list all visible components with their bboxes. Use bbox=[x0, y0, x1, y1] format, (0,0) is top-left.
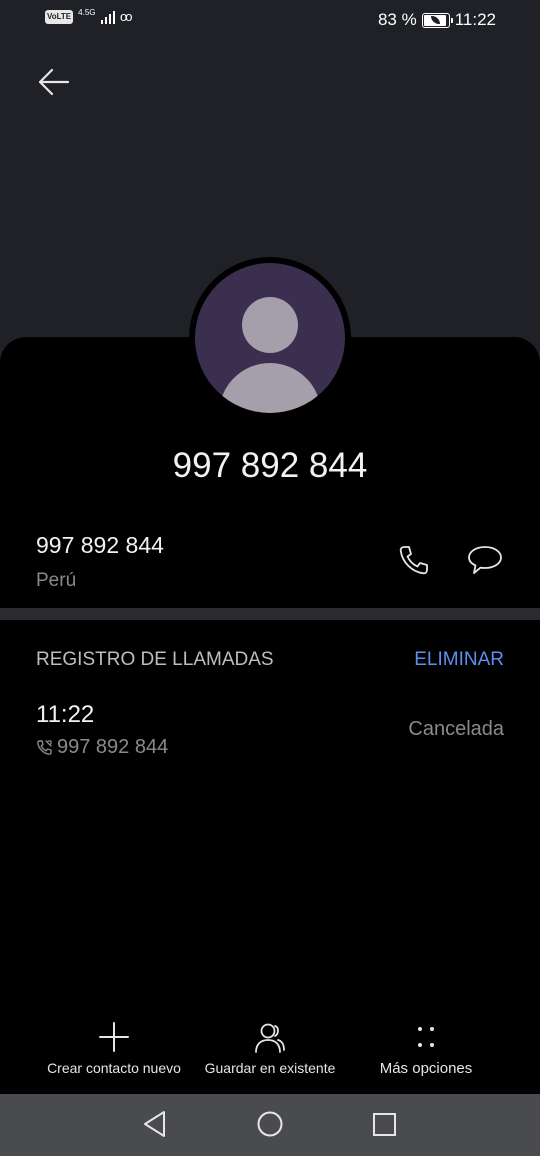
more-options-label: Más opciones bbox=[379, 1060, 473, 1077]
person-add-icon bbox=[255, 1023, 285, 1053]
signal-icon bbox=[100, 10, 115, 24]
phone-icon bbox=[399, 546, 428, 575]
save-existing-button[interactable]: Guardar en existente bbox=[196, 1020, 344, 1076]
create-contact-button[interactable]: Crear contacto nuevo bbox=[40, 1020, 188, 1076]
more-dots-icon bbox=[418, 1027, 434, 1047]
volte-badge: VoLTE bbox=[45, 9, 74, 24]
call-log-time: 11:22 bbox=[36, 701, 95, 728]
back-button[interactable] bbox=[34, 62, 74, 102]
phone-country: Perú bbox=[36, 570, 77, 591]
status-left: VoLTE 4.5G oo bbox=[45, 7, 133, 24]
call-log-header: REGISTRO DE LLAMADAS bbox=[36, 649, 274, 670]
message-bubble-icon bbox=[468, 546, 502, 574]
battery-percent: 83 % bbox=[377, 10, 417, 29]
phone-number[interactable]: 997 892 844 bbox=[36, 532, 164, 559]
avatar bbox=[189, 257, 351, 419]
clock: 11:22 bbox=[454, 10, 496, 29]
more-options-button[interactable]: Más opciones bbox=[356, 1020, 496, 1077]
call-log-number: 997 892 844 bbox=[57, 736, 169, 758]
message-button[interactable] bbox=[466, 543, 504, 577]
square-recents-icon[interactable] bbox=[371, 1111, 399, 1139]
call-log-number-row: 997 892 844 bbox=[36, 736, 168, 759]
save-existing-label: Guardar en existente bbox=[204, 1060, 336, 1076]
contact-title: 997 892 844 bbox=[172, 446, 368, 485]
status-right: 83 % 11:22 bbox=[378, 10, 496, 30]
triangle-back-icon[interactable] bbox=[140, 1108, 170, 1140]
circle-home-icon[interactable] bbox=[255, 1109, 285, 1139]
arrow-left-icon bbox=[38, 68, 70, 96]
delete-button[interactable]: ELIMINAR bbox=[414, 649, 504, 671]
system-nav-bar bbox=[0, 1094, 540, 1156]
call-button[interactable] bbox=[397, 543, 431, 577]
status-bar: VoLTE 4.5G oo 83 % 11:22 bbox=[0, 0, 540, 40]
section-divider bbox=[0, 608, 540, 620]
voicemail-icon: oo bbox=[120, 9, 133, 24]
call-log-status: Cancelada bbox=[408, 718, 504, 740]
create-contact-label: Crear contacto nuevo bbox=[47, 1060, 181, 1076]
outgoing-call-icon bbox=[37, 740, 52, 755]
plus-icon bbox=[99, 1022, 129, 1052]
default-person-avatar-icon bbox=[195, 263, 345, 413]
battery-icon bbox=[421, 12, 453, 28]
network-type: 4.5G bbox=[78, 7, 96, 17]
